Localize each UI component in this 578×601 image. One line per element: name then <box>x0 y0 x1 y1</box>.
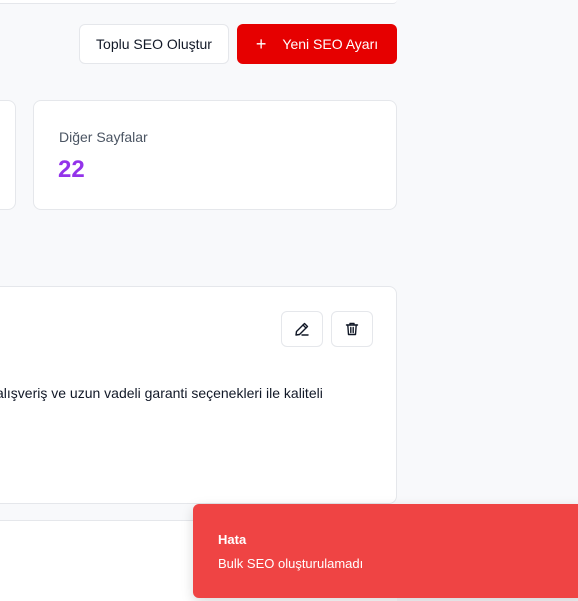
toast-title: Hata <box>218 532 247 547</box>
bulk-create-seo-button[interactable]: Toplu SEO Oluştur <box>79 24 229 64</box>
error-toast[interactable]: Hata Bulk SEO oluşturulamadı <box>193 504 578 598</box>
edit-button[interactable] <box>281 311 323 347</box>
delete-button[interactable] <box>331 311 373 347</box>
new-seo-setting-button[interactable]: + Yeni SEO Ayarı <box>237 24 397 64</box>
stat-label: Diğer Sayfalar <box>59 129 148 145</box>
pencil-icon <box>295 322 309 336</box>
plus-icon: + <box>255 34 267 54</box>
new-seo-setting-label: Yeni SEO Ayarı <box>282 36 379 52</box>
stat-card-other-pages: Diğer Sayfalar 22 <box>33 100 397 210</box>
stat-card-partial <box>0 100 16 210</box>
stat-value: 22 <box>58 156 85 183</box>
trash-icon <box>345 322 359 336</box>
bulk-create-seo-label: Toplu SEO Oluştur <box>96 36 212 52</box>
seo-description: alışveriş ve uzun vadeli garanti seçenek… <box>0 385 323 401</box>
top-panel-edge <box>0 0 397 4</box>
seo-setting-card: alışveriş ve uzun vadeli garanti seçenek… <box>0 286 397 504</box>
toast-message: Bulk SEO oluşturulamadı <box>218 556 364 571</box>
